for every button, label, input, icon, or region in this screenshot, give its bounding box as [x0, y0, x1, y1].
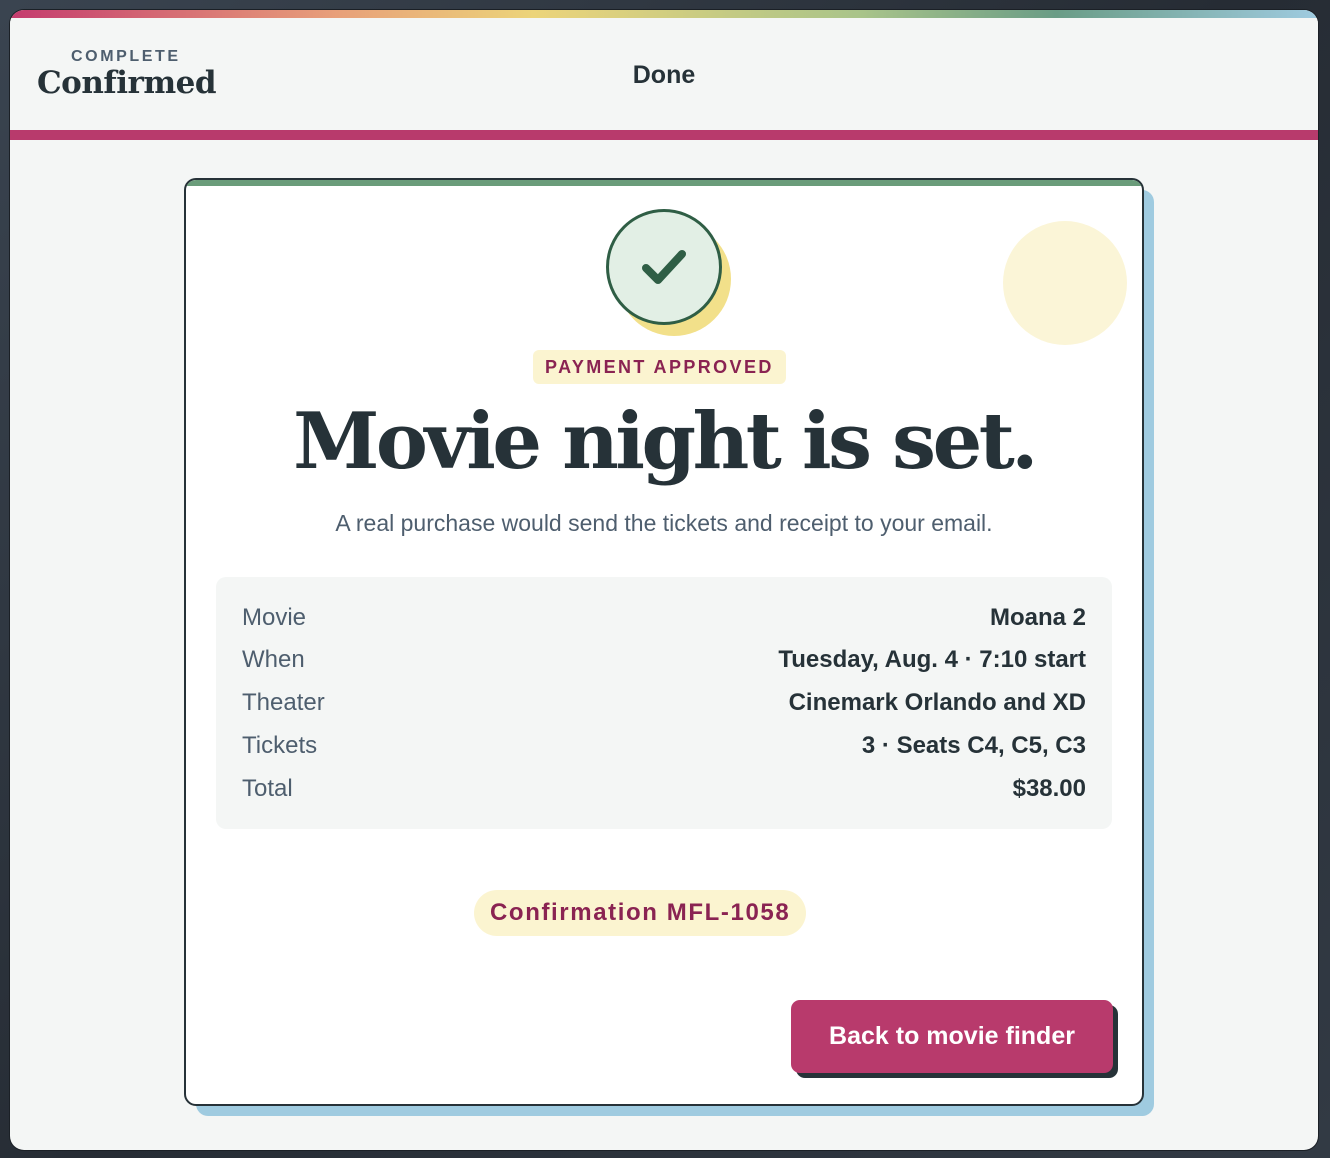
summary-value: 3 · Seats C4, C5, C3 [861, 732, 1086, 759]
summary-row-total: Total $38.00 [242, 769, 1086, 809]
order-summary: Movie Moana 2 When Tuesday, Aug. 4 · 7:1… [216, 577, 1112, 829]
summary-label: Movie [242, 604, 307, 631]
header-center-label: Done [632, 61, 696, 89]
card-top-stripe [186, 180, 1142, 186]
summary-row-theater: Theater Cinemark Orlando and XD [242, 683, 1086, 723]
summary-value: Moana 2 [989, 604, 1086, 631]
summary-value: $38.00 [1012, 775, 1086, 802]
summary-row-when: When Tuesday, Aug. 4 · 7:10 start [242, 640, 1086, 680]
check-icon [642, 250, 686, 284]
confirmation-card: PAYMENT APPROVED Movie night is set. A r… [184, 178, 1144, 1106]
summary-label: Tickets [242, 732, 318, 759]
header-accent-bar [10, 130, 1318, 140]
header: COMPLETE Confirmed Done [10, 18, 1318, 140]
headline: Movie night is set. [293, 396, 1038, 487]
summary-label: When [242, 646, 305, 673]
status-badge: PAYMENT APPROVED [533, 350, 786, 384]
summary-label: Total [242, 775, 293, 802]
summary-row-movie: Movie Moana 2 [242, 598, 1086, 638]
subtext: A real purchase would send the tickets a… [335, 510, 993, 536]
summary-row-tickets: Tickets 3 · Seats C4, C5, C3 [242, 726, 1086, 766]
app-window: COMPLETE Confirmed Done PAYMENT APPROVED… [10, 10, 1318, 1150]
summary-value: Cinemark Orlando and XD [788, 689, 1086, 716]
summary-label: Theater [242, 689, 325, 716]
rainbow-stripe [10, 10, 1318, 18]
decorative-circle [1003, 221, 1127, 345]
summary-value: Tuesday, Aug. 4 · 7:10 start [778, 646, 1086, 673]
success-badge [606, 209, 722, 325]
back-to-movie-finder-button[interactable]: Back to movie finder [791, 1000, 1113, 1073]
confirmation-number: Confirmation MFL-1058 [474, 890, 807, 936]
